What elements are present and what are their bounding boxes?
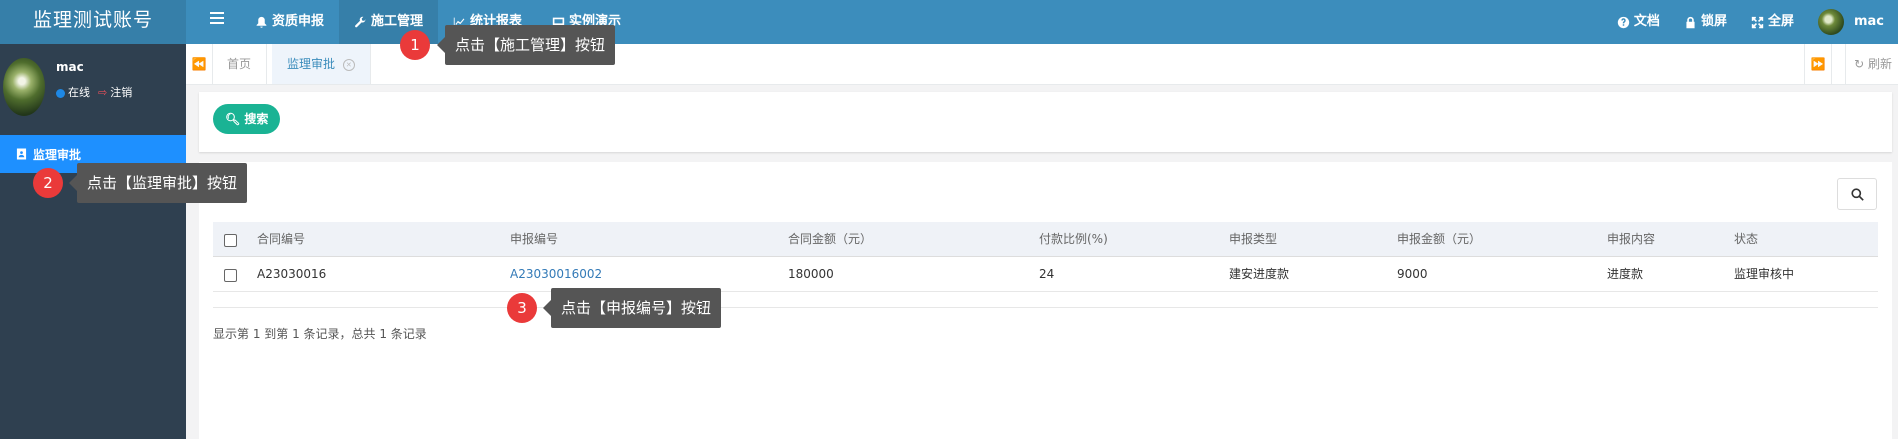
row-checkbox[interactable] [224,269,237,282]
tab-label: 首页 [227,57,252,71]
bell-icon [256,16,267,28]
callout-tooltip: 点击【监理审批】按钮 [68,163,248,203]
fullscreen-button[interactable]: 全屏 [1739,0,1806,44]
logout-link[interactable]: ⇨ 注销 [98,84,132,100]
col-header: 付款比例(%) [1039,232,1108,246]
tab-home[interactable]: 首页 [212,44,268,84]
col-header: 申报内容 [1607,232,1656,246]
col-header: 申报编号 [510,232,559,246]
online-status: 在线 [56,84,90,100]
table-divider [213,307,1878,308]
refresh-label: 刷新 [1867,57,1892,71]
search-icon: 🔍︎ [225,112,241,126]
docs-label: 文档 [1633,14,1660,29]
callout-badge: 1 [400,30,430,60]
search-label: 搜索 [244,112,269,126]
lock-label: 锁屏 [1700,14,1727,29]
lock-screen-button[interactable]: 锁屏 [1672,0,1739,44]
top-navbar: 监理测试账号 资质申报 施工管理 统计报表 实例演示 文档 锁屏 全屏 mac [0,0,1898,44]
callout-tooltip: 点击【申报编号】按钮 [542,288,722,328]
col-header: 申报金额（元） [1397,232,1482,246]
refresh-icon: ↻ [1854,57,1865,71]
report-no-link[interactable]: A23030016002 [510,257,602,291]
col-header: 状态 [1734,232,1759,246]
search-icon [1850,187,1864,201]
sidebar-username: mac [56,60,84,74]
double-chevron-right-icon: ⏩ [1810,57,1826,71]
search-panel: 🔍︎ 搜索 [199,92,1892,152]
nav-item-label: 资质申报 [272,14,325,29]
cell-report-content: 进度款 [1607,267,1644,281]
select-all-checkbox[interactable] [224,234,237,247]
app-brand: 监理测试账号 [0,0,186,44]
col-header: 申报类型 [1229,232,1278,246]
tab-supervision-approval[interactable]: 监理审批 ✕ [272,44,371,84]
user-menu[interactable]: mac [1806,0,1898,44]
tab-scroll-left-button[interactable]: ⏪ [186,44,213,84]
close-icon[interactable]: ✕ [342,58,355,71]
avatar [1817,9,1844,35]
tab-label: 监理审批 [287,57,336,71]
col-header: 合同金额（元） [788,232,873,246]
sidebar: mac 在线 ⇨ 注销 监理审批 [0,44,186,439]
sidebar-item-label: 监理审批 [33,147,82,162]
table-header: 合同编号 申报编号 合同金额（元） 付款比例(%) 申报类型 申报金额（元） 申… [213,222,1878,257]
question-circle-icon [1617,16,1630,28]
cell-contract-no: A23030016 [257,267,327,281]
table-search-toggle-button[interactable] [1837,178,1877,210]
user-panel: mac 在线 ⇨ 注销 [0,44,186,134]
pagination-info: 显示第 1 到第 1 条记录，总共 1 条记录 [213,327,427,341]
right-nav: 文档 锁屏 全屏 mac [1605,0,1898,44]
cell-report-amount: 9000 [1397,267,1428,281]
nav-item-qualification[interactable]: 资质申报 [240,0,339,44]
refresh-button[interactable]: ↻ 刷新 [1845,44,1898,84]
tab-scroll-right-button[interactable]: ⏩ [1804,44,1832,84]
callout-badge: 2 [33,168,63,198]
callout-badge: 3 [507,293,537,323]
col-header: 合同编号 [257,232,306,246]
callout-tooltip: 点击【施工管理】按钮 [436,25,616,65]
search-button[interactable]: 🔍︎ 搜索 [213,104,281,134]
table-row: A23030016 A23030016002 180000 24 建安进度款 9… [213,257,1878,292]
lock-icon [1686,16,1695,28]
cell-status: 监理审核中 [1734,267,1795,281]
menu-toggle-icon[interactable] [210,12,224,26]
table-panel: 合同编号 申报编号 合同金额（元） 付款比例(%) 申报类型 申报金额（元） 申… [199,162,1892,439]
double-chevron-left-icon: ⏪ [191,57,207,71]
fullscreen-label: 全屏 [1767,14,1794,29]
cell-pay-ratio: 24 [1039,267,1055,281]
expand-icon [1751,16,1764,28]
online-dot-icon [56,88,65,98]
cell-report-type: 建安进度款 [1229,267,1290,281]
logout-icon: ⇨ [98,86,108,99]
avatar [3,58,45,116]
cell-contract-amount: 180000 [788,267,834,281]
user-name: mac [1853,14,1884,29]
wrench-icon [355,16,366,27]
docs-button[interactable]: 文档 [1605,0,1672,44]
user-status: 在线 ⇨ 注销 [56,84,132,100]
contact-card-icon [16,148,27,160]
